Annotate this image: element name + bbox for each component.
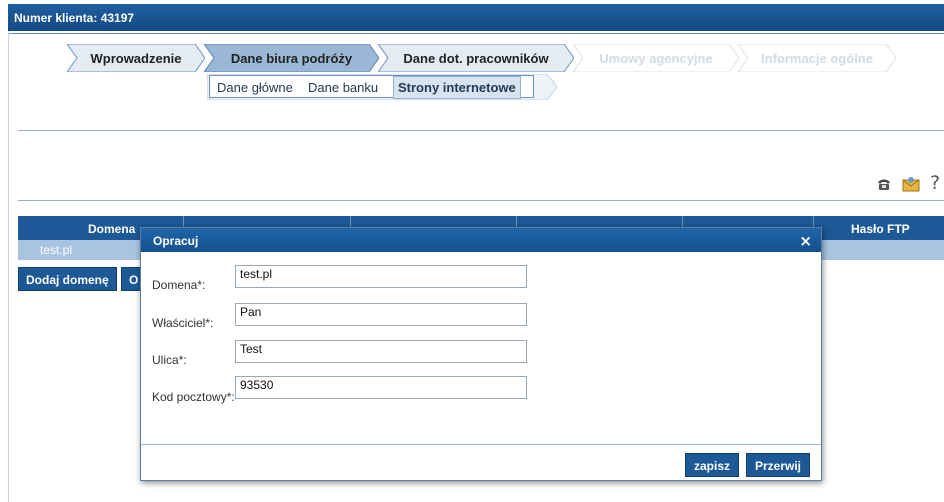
client-header: Numer klienta: 43197 — [8, 4, 944, 31]
page: Numer klienta: 43197 Wprowadzenie Dane b… — [0, 0, 944, 502]
phone-icon[interactable] — [876, 176, 892, 192]
street-input[interactable] — [235, 340, 527, 363]
dialog-footer-divider — [141, 444, 821, 445]
postal-code-input[interactable] — [235, 376, 527, 399]
header-divider — [8, 33, 944, 34]
close-icon[interactable]: × — [799, 232, 812, 250]
mail-icon[interactable] — [902, 176, 920, 192]
wizard-steps: Wprowadzenie Dane biura podróży Dane dot… — [67, 44, 907, 72]
owner-input[interactable] — [235, 303, 527, 326]
dialog-title: Opracuj — [153, 234, 199, 248]
divider — [18, 200, 944, 201]
subnav-strony-internetowe[interactable]: Strony internetowe — [393, 76, 521, 99]
column-domena[interactable]: Domena — [88, 222, 135, 236]
step-label: Dane biura podróży — [230, 51, 353, 66]
dialog-header: Opracuj × — [141, 228, 821, 252]
edit-dialog: Opracuj × Domena*: Właściciel*: Ulica*: … — [140, 227, 822, 481]
owner-label: Właściciel*: — [152, 316, 214, 330]
divider — [18, 130, 944, 131]
step-label: Informacje ogólne — [761, 51, 873, 66]
postal-code-label: Kod pocztowy*: — [152, 390, 235, 404]
subnav: Dane główne Dane banku Strony internetow… — [207, 74, 557, 100]
step-label: Umowy agencyjne — [599, 51, 713, 66]
step-label: Dane dot. pracowników — [403, 51, 549, 66]
subnav-dane-banku[interactable]: Dane banku — [308, 80, 378, 95]
subnav-dane-glowne[interactable]: Dane główne — [217, 80, 293, 95]
cell-domain: test.pl — [40, 243, 73, 257]
column-haslo-ftp[interactable]: Hasło FTP — [851, 222, 910, 236]
client-number: Numer klienta: 43197 — [14, 11, 135, 25]
step-informacje-ogolne: Informacje ogólne — [738, 44, 896, 72]
domain-input[interactable] — [235, 265, 527, 288]
domain-label: Domena*: — [152, 278, 206, 292]
save-button[interactable]: zapisz — [685, 453, 740, 477]
step-dane-pracownikow[interactable]: Dane dot. pracowników — [378, 44, 574, 72]
step-dane-biura[interactable]: Dane biura podróży — [204, 44, 379, 72]
step-umowy-agencyjne: Umowy agencyjne — [573, 44, 739, 72]
help-icon[interactable]: ? — [930, 172, 940, 194]
cancel-button[interactable]: Przerwij — [746, 453, 811, 477]
add-domain-button[interactable]: Dodaj domenę — [18, 267, 117, 291]
step-wprowadzenie[interactable]: Wprowadzenie — [67, 44, 205, 72]
step-label: Wprowadzenie — [90, 51, 182, 66]
street-label: Ulica*: — [152, 353, 187, 367]
frame-border — [8, 31, 9, 502]
